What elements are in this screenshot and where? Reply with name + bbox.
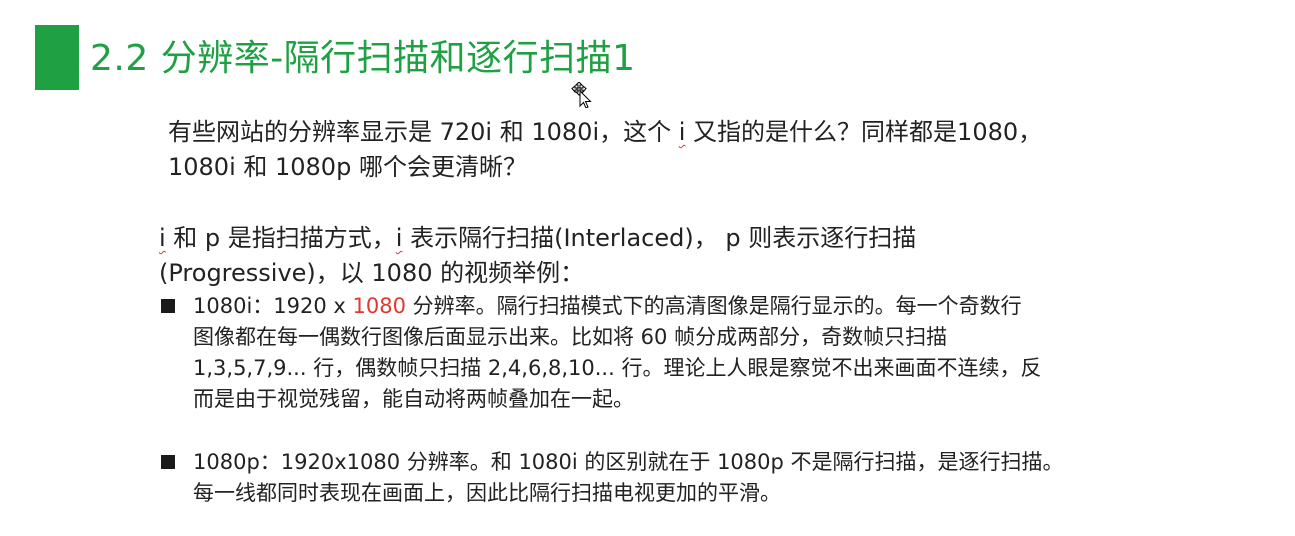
slide-title: 2.2 分辨率-隔行扫描和逐行扫描1: [90, 38, 636, 79]
bullet-item-1080i: 1080i：1920 x 1080 分辨率。隔行扫描模式下的高清图像是隔行显示的…: [160, 291, 1041, 415]
answer-paragraph: i 和 p 是指扫描方式，i 表示隔行扫描(Interlaced)， p 则表示…: [159, 221, 916, 291]
highlighted-value: 1080: [352, 294, 406, 318]
bullet-line: 图像都在每一偶数行图像后面显示出来。比如将 60 帧分成两部分，奇数帧只扫描: [193, 325, 948, 349]
square-bullet-icon: [161, 299, 175, 313]
question-line-2: 1080i 和 1080p 哪个会更清晰？: [168, 153, 527, 181]
bullet-item-1080p: 1080p：1920x1080 分辨率。和 1080i 的区别就在于 1080p…: [160, 447, 1064, 509]
bullet-line: 1080i：1920 x 1080 分辨率。隔行扫描模式下的高清图像是隔行显示的…: [193, 294, 1022, 318]
bullet-text: 1080i：1920 x 1080 分辨率。隔行扫描模式下的高清图像是隔行显示的…: [193, 291, 1041, 415]
answer-line-1: i 和 p 是指扫描方式，i 表示隔行扫描(Interlaced)， p 则表示…: [159, 224, 917, 252]
square-bullet-icon: [161, 455, 175, 469]
bullet-text: 1080p：1920x1080 分辨率。和 1080i 的区别就在于 1080p…: [193, 447, 1064, 509]
title-accent-bar: [35, 25, 79, 90]
answer-line-2: (Progressive)，以 1080 的视频举例：: [159, 259, 585, 287]
spellcheck-word: i: [159, 224, 166, 252]
question-paragraph: 有些网站的分辨率显示是 720i 和 1080i，这个 i 又指的是什么？同样都…: [168, 115, 1042, 185]
bullet-line: 每一线都同时表现在画面上，因此比隔行扫描电视更加的平滑。: [193, 481, 781, 505]
move-cursor-icon: [571, 82, 592, 108]
bullet-line: 而是由于视觉残留，能自动将两帧叠加在一起。: [193, 387, 634, 411]
bullet-line: 1080p：1920x1080 分辨率。和 1080i 的区别就在于 1080p…: [193, 450, 1064, 474]
bullet-line: 1,3,5,7,9... 行，偶数帧只扫描 2,4,6,8,10... 行。理论…: [193, 356, 1042, 380]
question-line-1: 有些网站的分辨率显示是 720i 和 1080i，这个 i 又指的是什么？同样都…: [168, 118, 1043, 146]
